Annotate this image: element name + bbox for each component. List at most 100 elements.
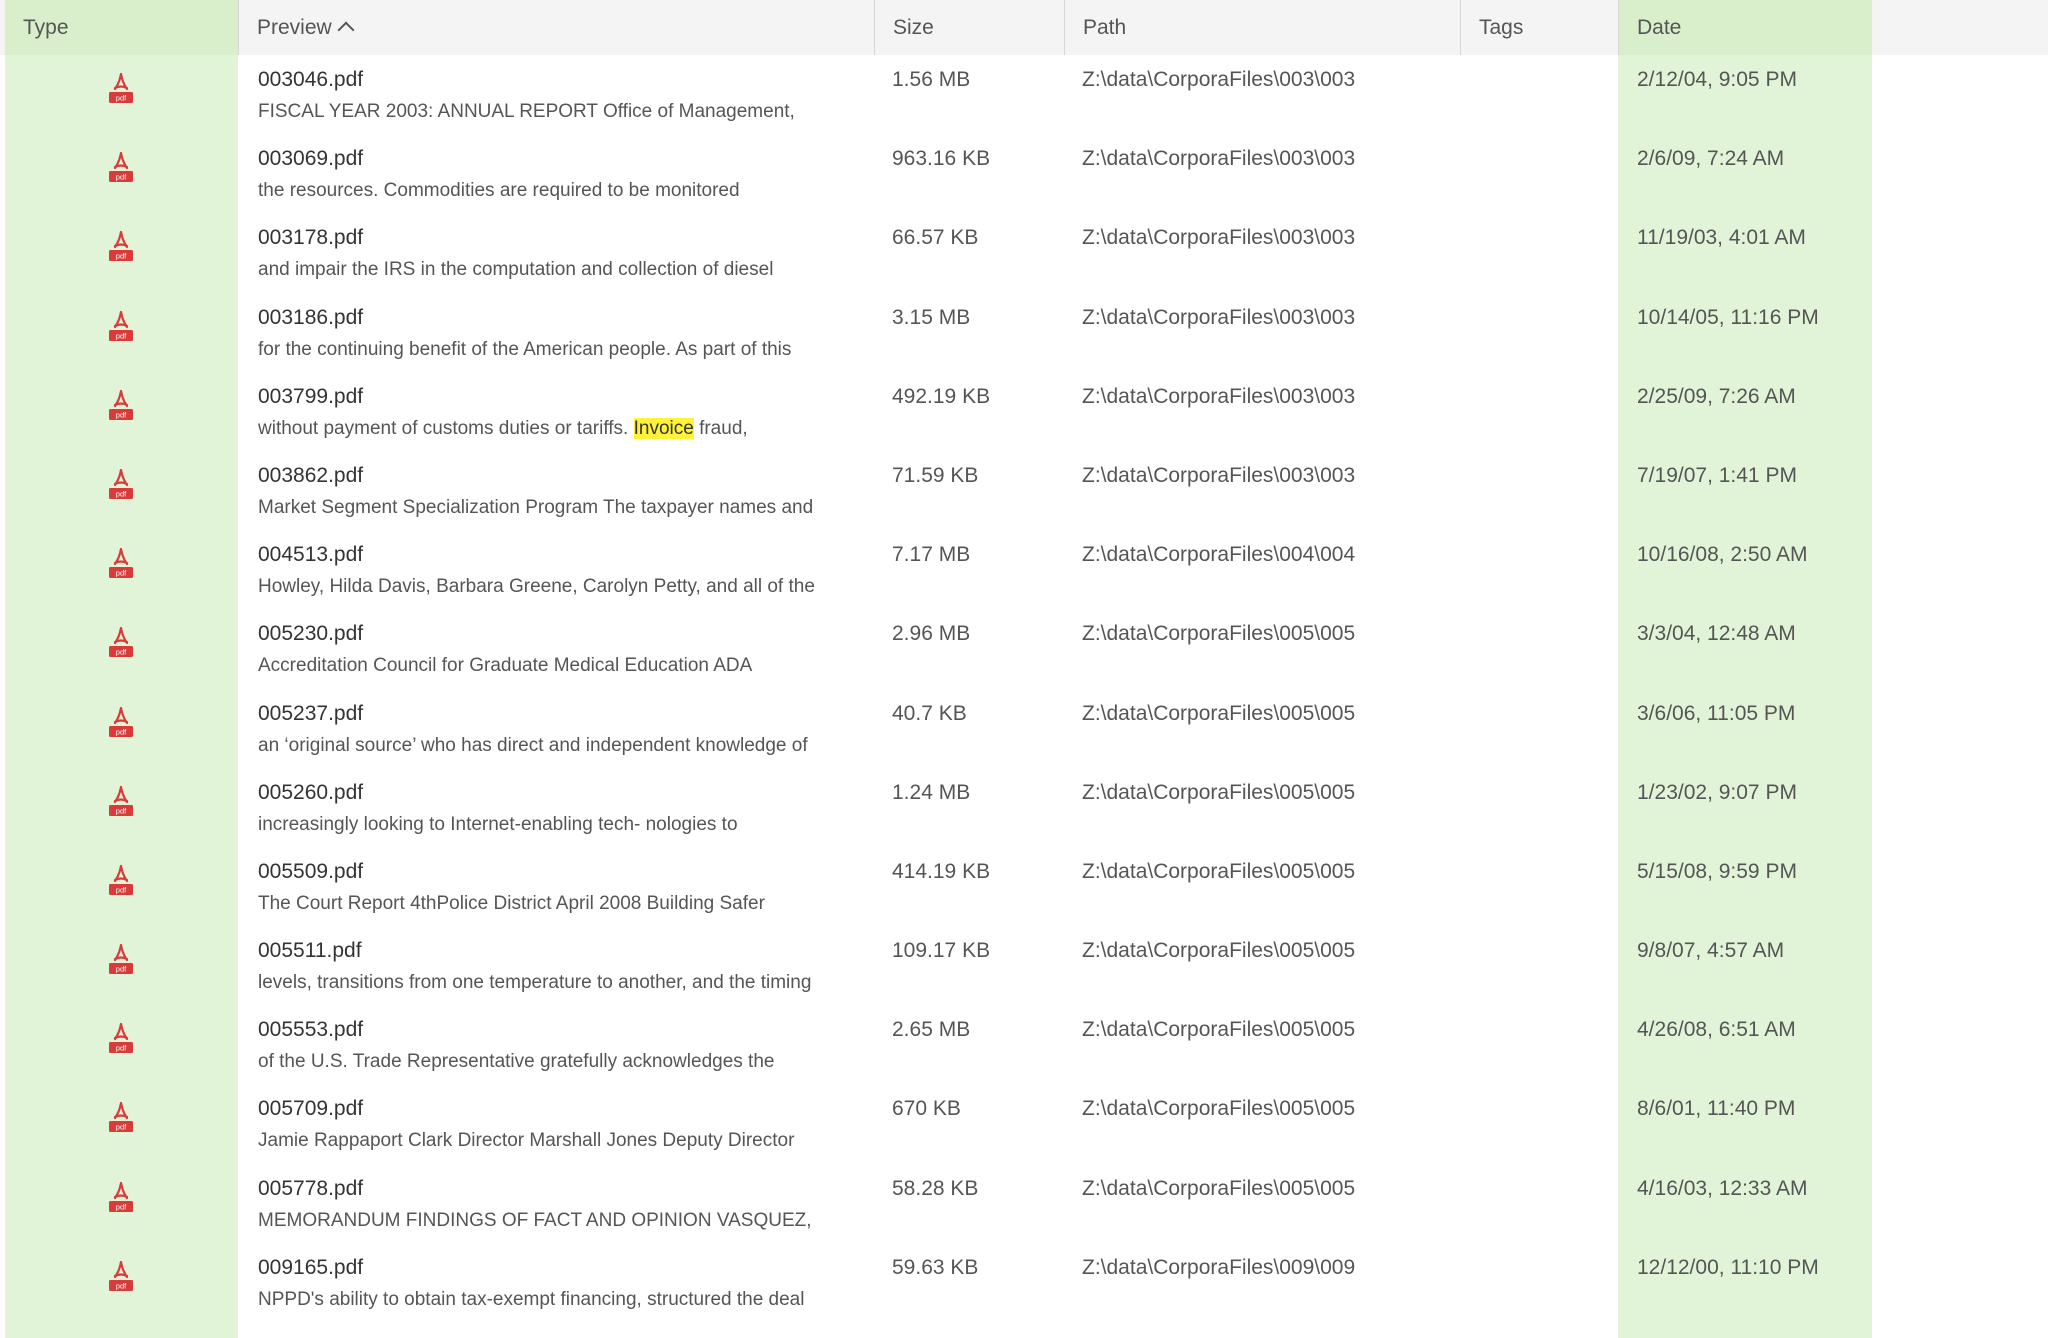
file-path: Z:\data\CorporaFiles\005\005 [1082, 1018, 1356, 1042]
file-size: 1.24 MB [892, 780, 971, 804]
file-path: Z:\data\CorporaFiles\005\005 [1082, 622, 1356, 646]
file-path: Z:\data\CorporaFiles\003\003 [1082, 147, 1356, 171]
svg-text:pdf: pdf [116, 489, 127, 498]
column-header-type[interactable]: Type [5, 0, 238, 55]
file-size: 963.16 KB [892, 147, 991, 171]
table-row[interactable]: pdf 005709.pdf Jamie Rappaport Clark Direc… [0, 1084, 2048, 1163]
table-row[interactable]: pdf 005553.pdf of the U.S. Trade Represent… [0, 1005, 2048, 1084]
file-name[interactable]: 003862.pdf [258, 464, 363, 488]
file-name[interactable]: 005709.pdf [258, 1097, 363, 1121]
file-size: 71.59 KB [892, 463, 979, 487]
preview-text: and impair the IRS in the computation an… [258, 259, 774, 281]
file-name[interactable]: 003178.pdf [258, 226, 363, 250]
table-row[interactable]: pdf 004513.pdf Howley, Hilda Davis, Barbar… [0, 530, 2048, 609]
preview-text: The Court Report 4thPolice District Apri… [258, 892, 765, 914]
table-row[interactable]: pdf 003862.pdf Market Segment Specializati… [0, 451, 2048, 530]
file-name[interactable]: 005260.pdf [258, 781, 363, 805]
preview-text: Accreditation Council for Graduate Medic… [258, 655, 753, 677]
svg-text:pdf: pdf [116, 648, 127, 657]
column-header-preview-label: Preview [257, 16, 332, 39]
pdf-file-icon: pdf [109, 1181, 133, 1212]
preview-text: the resources. Commodities are required … [258, 180, 740, 202]
column-header-tags[interactable]: Tags [1460, 0, 1618, 55]
file-path: Z:\data\CorporaFiles\005\005 [1082, 1176, 1356, 1200]
file-date: 10/14/05, 11:16 PM [1637, 305, 1819, 329]
column-header-preview[interactable]: Preview [238, 0, 874, 55]
column-header-path-label: Path [1083, 16, 1127, 39]
file-date: 2/25/09, 7:26 AM [1637, 384, 1796, 408]
table-row[interactable]: pdf 003178.pdf and impair the IRS in the c… [0, 213, 2048, 292]
svg-text:pdf: pdf [116, 1123, 127, 1132]
file-name[interactable]: 005509.pdf [258, 860, 363, 884]
file-size: 59.63 KB [892, 1255, 979, 1279]
table-row[interactable]: pdf 009165.pdf NPPD's ability to obtain ta… [0, 1243, 2048, 1322]
svg-text:pdf: pdf [116, 94, 127, 103]
file-size: 1.56 MB [892, 68, 971, 91]
file-path: Z:\data\CorporaFiles\003\003 [1082, 384, 1356, 408]
file-size: 40.7 KB [892, 701, 967, 725]
preview-text: for the continuing benefit of the Americ… [258, 338, 792, 360]
file-date: 12/12/00, 11:10 PM [1637, 1255, 1819, 1279]
pdf-file-icon: pdf [109, 943, 133, 975]
file-name[interactable]: 003799.pdf [258, 385, 363, 409]
table-row[interactable]: pdf 003069.pdf the resources. Commodities … [0, 134, 2048, 213]
preview-text: FISCAL YEAR 2003: ANNUAL REPORT Office o… [258, 101, 795, 122]
file-size: 58.28 KB [892, 1176, 979, 1200]
column-header-size-label: Size [893, 16, 934, 39]
column-header-size[interactable]: Size [874, 0, 1064, 55]
file-name[interactable]: 004513.pdf [258, 543, 363, 567]
file-name[interactable]: 005511.pdf [258, 939, 362, 963]
column-header-date[interactable]: Date [1618, 0, 1872, 55]
sort-ascending-icon [337, 21, 355, 39]
table-row[interactable]: pdf 003186.pdf for the continuing benefit … [0, 293, 2048, 372]
table-row[interactable]: pdf 005509.pdf The Court Report 4thPolice … [0, 847, 2048, 926]
pdf-file-icon: pdf [109, 231, 133, 262]
svg-text:pdf: pdf [116, 252, 127, 261]
svg-text:pdf: pdf [116, 885, 127, 894]
pdf-file-icon: pdf [109, 468, 133, 499]
file-name[interactable]: 005553.pdf [258, 1018, 363, 1042]
file-size: 109.17 KB [892, 939, 991, 963]
file-name[interactable]: 003069.pdf [258, 147, 363, 171]
file-path: Z:\data\CorporaFiles\005\005 [1082, 701, 1356, 725]
preview-text: MEMORANDUM FINDINGS OF FACT AND OPINION … [258, 1209, 812, 1231]
file-name[interactable]: 003186.pdf [258, 306, 363, 330]
column-header-path[interactable]: Path [1064, 0, 1460, 55]
file-path: Z:\data\CorporaFiles\005\005 [1082, 780, 1356, 804]
svg-text:pdf: pdf [116, 173, 127, 182]
file-date: 3/3/04, 12:48 AM [1637, 622, 1796, 646]
pdf-file-icon: pdf [109, 1102, 133, 1133]
preview-text: without payment of customs duties or tar… [258, 417, 748, 440]
file-name[interactable]: 005778.pdf [258, 1177, 363, 1201]
table-row[interactable]: pdf 005511.pdf levels, transitions from on… [0, 926, 2048, 1005]
preview-text: an ‘original source’ who has direct and … [258, 734, 808, 756]
file-path: Z:\data\CorporaFiles\003\003 [1082, 305, 1356, 329]
svg-text:pdf: pdf [116, 965, 127, 974]
table-row[interactable]: pdf 005260.pdf increasingly looking to Int… [0, 768, 2048, 847]
preview-text-before: without payment of customs duties or tar… [258, 417, 634, 439]
file-path: Z:\data\CorporaFiles\005\005 [1082, 859, 1356, 883]
pdf-file-icon: pdf [109, 72, 133, 103]
file-date: 3/6/06, 11:05 PM [1637, 701, 1796, 725]
file-name[interactable]: 003046.pdf [258, 68, 363, 92]
file-name[interactable]: 005237.pdf [258, 702, 363, 726]
table-row[interactable]: pdf 005230.pdf Accreditation Council for G… [0, 609, 2048, 688]
table-row[interactable]: pdf 003046.pdf FISCAL YEAR 2003: ANNUAL RE… [0, 55, 2048, 134]
table-row[interactable]: pdf 005237.pdf an ‘original source’ who ha… [0, 689, 2048, 768]
preview-text: NPPD's ability to obtain tax-exempt fina… [258, 1288, 805, 1310]
file-name[interactable]: 009165.pdf [258, 1256, 363, 1280]
file-date: 11/19/03, 4:01 AM [1637, 226, 1806, 250]
pdf-file-icon: pdf [109, 785, 133, 816]
file-path: Z:\data\CorporaFiles\003\003 [1082, 226, 1356, 250]
table-row[interactable]: pdf 005778.pdf MEMORANDUM FINDINGS OF FACT… [0, 1164, 2048, 1243]
pdf-file-icon: pdf [109, 706, 133, 737]
pdf-file-icon: pdf [109, 548, 133, 579]
file-path: Z:\data\CorporaFiles\003\003 [1082, 463, 1356, 487]
file-size: 3.15 MB [892, 305, 971, 329]
file-size: 2.96 MB [892, 622, 971, 646]
table-row[interactable]: pdf 003799.pdf without payment of customs … [0, 372, 2048, 451]
file-size: 2.65 MB [892, 1018, 971, 1042]
pdf-file-icon: pdf [109, 1023, 133, 1054]
table-row[interactable]: pdf [0, 1322, 2048, 1338]
file-name[interactable]: 005230.pdf [258, 622, 363, 646]
